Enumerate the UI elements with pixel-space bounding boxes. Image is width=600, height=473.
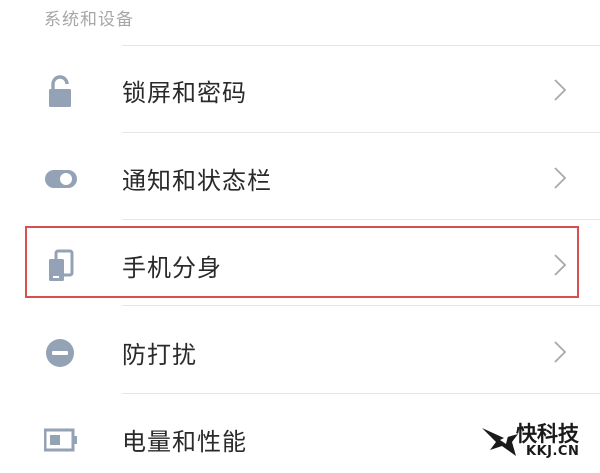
highlight-box [25,226,579,298]
do-not-disturb-icon [44,336,78,370]
watermark-subtitle: KKJ.CN [526,444,580,459]
settings-item-label: 电量和性能 [122,428,247,456]
battery-icon [43,423,78,457]
divider [122,393,600,394]
chevron-right-icon [550,339,570,365]
toggle-icon [44,162,78,196]
settings-item-do-not-disturb[interactable]: 防打扰 [0,316,600,386]
settings-item-lock-screen[interactable]: 锁屏和密码 [0,54,600,124]
section-header: 系统和设备 [44,10,134,30]
divider [122,45,600,46]
settings-item-notifications[interactable]: 通知和状态栏 [0,142,600,212]
settings-item-label: 防打扰 [122,341,197,369]
chevron-right-icon [550,165,570,191]
divider [122,132,600,133]
watermark-logo: 快科技 KKJ.CN [480,420,592,464]
settings-item-label: 通知和状态栏 [122,167,272,195]
settings-item-label: 锁屏和密码 [122,79,247,107]
chevron-right-icon [550,77,570,103]
divider [122,219,600,220]
lock-icon [44,74,78,108]
divider [122,305,600,306]
